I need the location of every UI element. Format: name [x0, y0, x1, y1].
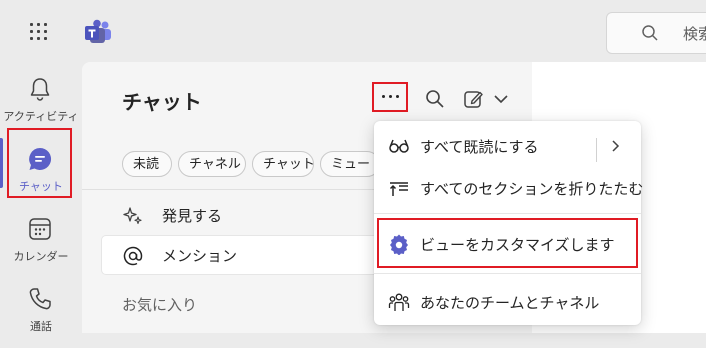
- filter-chip-unread[interactable]: 未読: [122, 151, 172, 177]
- list-item-label: メンション: [162, 247, 238, 265]
- active-indicator: [0, 138, 3, 188]
- search-icon: [642, 25, 658, 41]
- filter-chip-muted[interactable]: ミュート: [320, 151, 380, 177]
- chat-highlight-box: [7, 128, 72, 198]
- menu-item-label: あなたのチームとチャネル: [420, 294, 600, 312]
- filter-chip-chats[interactable]: チャット: [252, 151, 314, 177]
- menu-item-collapse-all[interactable]: すべてのセクションを折りたたむ: [374, 167, 644, 207]
- list-item-label: 発見する: [162, 207, 223, 225]
- phone-icon: [29, 288, 51, 310]
- collapse-icon: [389, 182, 408, 196]
- filter-chip-channels[interactable]: チャネル: [178, 151, 246, 177]
- more-options-button[interactable]: [372, 82, 408, 112]
- sparkle-icon: [123, 207, 142, 225]
- bell-icon: [30, 78, 50, 101]
- menu-item-mark-all-read[interactable]: すべて既読にする: [374, 125, 641, 165]
- people-team-icon: [388, 293, 410, 311]
- top-bar: 検索: [0, 0, 706, 62]
- calendar-icon: [29, 218, 51, 240]
- chevron-down-icon[interactable]: [490, 88, 512, 110]
- new-chat-icon[interactable]: [462, 88, 484, 110]
- rail-label-activity: アクティビティ: [3, 110, 79, 123]
- rail-label-calendar: カレンダー: [13, 250, 69, 263]
- rail-label-calls: 通話: [30, 320, 52, 333]
- teams-logo-icon: [85, 19, 111, 43]
- rail-item-calls[interactable]: 通話: [0, 278, 82, 348]
- section-header-favorites[interactable]: お気に入り: [122, 294, 197, 315]
- menu-divider: [374, 273, 641, 274]
- search-icon[interactable]: [424, 88, 446, 110]
- menu-item-label: すべて既読にする: [420, 138, 539, 156]
- search-placeholder: 検索: [683, 25, 706, 43]
- page-title: チャット: [122, 90, 202, 114]
- menu-item-label: すべてのセクションを折りたたむ: [420, 180, 644, 198]
- search-input[interactable]: 検索: [606, 12, 706, 54]
- menu-divider: [374, 213, 641, 214]
- submenu-divider: [596, 138, 597, 162]
- chevron-right-icon[interactable]: [608, 139, 622, 153]
- rail-item-calendar[interactable]: カレンダー: [0, 208, 82, 278]
- customize-highlight-box: [377, 218, 638, 268]
- more-icon: [381, 95, 401, 99]
- waffle-icon[interactable]: [28, 21, 50, 43]
- menu-item-teams-and-channels[interactable]: あなたのチームとチャネル: [374, 281, 641, 321]
- at-icon: [123, 246, 143, 266]
- glasses-icon: [389, 139, 409, 153]
